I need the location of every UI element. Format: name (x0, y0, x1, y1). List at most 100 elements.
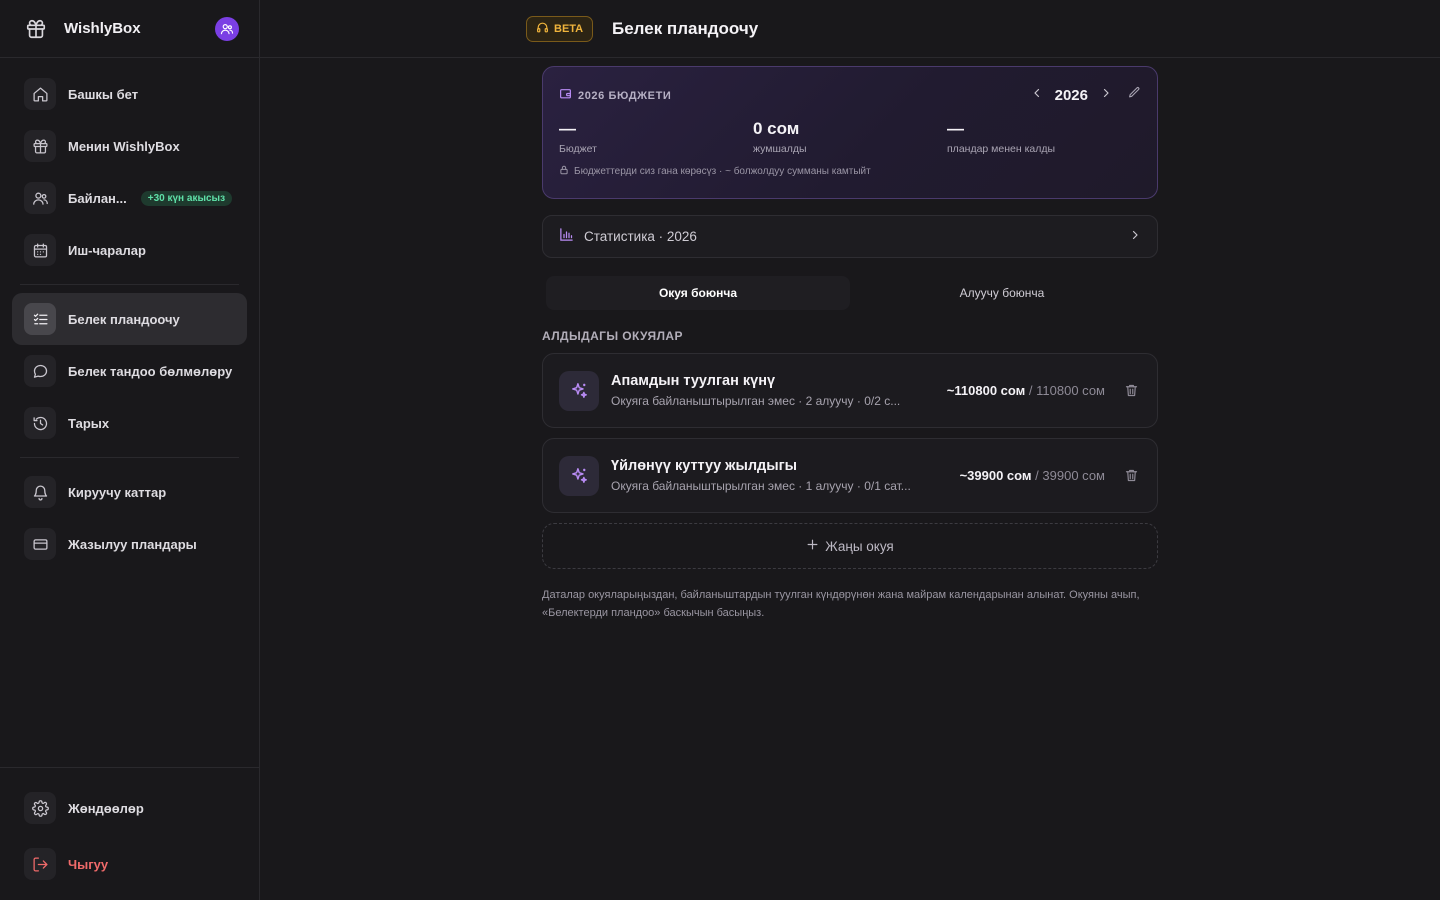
sidebar-item-label: Чыгуу (68, 856, 109, 872)
event-total: 110800 сом (1036, 383, 1105, 398)
chevron-left-icon[interactable] (1031, 86, 1043, 104)
sidebar-header: WishlyBox (0, 0, 259, 58)
sidebar-item-label: Тарых (68, 415, 110, 431)
sidebar-item-label: Менин WishlyBox (68, 138, 180, 154)
bar-chart-icon (559, 227, 574, 247)
sidebar-item-label: Жазылуу пландары (68, 536, 197, 552)
sidebar-item-label: Белек пландоочу (68, 311, 180, 327)
sidebar-item-label: Кируучу каттар (68, 484, 167, 500)
sidebar-nav: Башкы бет Менин WishlyBox Байлан... +30 … (0, 58, 259, 570)
gift-icon (24, 130, 56, 162)
sidebar-item-settings[interactable]: Жөндөөлөр (12, 780, 247, 836)
stat-value: 0 сом (753, 119, 800, 138)
view-toggle: Окуя боюнча Алуучу боюнча (542, 276, 1158, 310)
new-event-label: Жаңы окуя (825, 538, 894, 554)
tab-by-recipient[interactable]: Алуучу боюнча (850, 276, 1154, 310)
gear-icon (24, 792, 56, 824)
stat-caption: Бюджет (559, 143, 597, 155)
checklist-icon (24, 303, 56, 335)
sidebar-item-contacts[interactable]: Байлан... +30 күн акысыз (12, 172, 247, 224)
sidebar-item-gift-rooms[interactable]: Белек тандоо бөлмөлөру (12, 345, 247, 397)
sidebar-item-label: Белек тандоо бөлмөлөру (68, 363, 233, 379)
sidebar: WishlyBox Башкы бет Менин WishlyBox Байл… (0, 0, 260, 900)
year-navigator: 2026 (1031, 86, 1141, 104)
statistics-link[interactable]: Статистика · 2026 (542, 215, 1158, 258)
nav-divider (20, 284, 239, 285)
budget-stat-spent: 0 сом жумшалды (753, 119, 947, 155)
stat-value: — (947, 119, 964, 138)
logout-icon (24, 848, 56, 880)
footnote: Даталар окуяларыңыздан, байланыштардын т… (542, 589, 1140, 619)
budget-card: 2026 БЮДЖЕТИ 2026 — Бюджет 0 сом жумшалд… (542, 66, 1158, 199)
chevron-right-icon (1129, 228, 1141, 246)
sidebar-item-events[interactable]: Иш-чаралар (12, 224, 247, 276)
stat-caption: пландар менен калды (947, 143, 1056, 155)
upcoming-events-title: АЛДЫДАГЫ ОКУЯЛАР (542, 329, 683, 343)
nav-divider (20, 457, 239, 458)
event-title: Апамдын туулган күнү (611, 373, 776, 389)
event-card[interactable]: Апамдын туулган күнү Окуяга байланыштыры… (542, 353, 1158, 428)
sidebar-item-label: Байлан... (68, 190, 127, 206)
trial-badge: +30 күн акысыз (140, 190, 233, 206)
new-event-button[interactable]: Жаңы окуя (542, 523, 1158, 569)
event-total: 39900 сом (1042, 468, 1105, 483)
event-subtitle: Окуяга байланыштырылган эмес · 2 алуучу … (611, 394, 901, 408)
event-body: Үйлөнүү куттуу жылдыгы Окуяга байланышты… (611, 458, 929, 493)
app-name: WishlyBox (64, 20, 141, 37)
budget-title: 2026 БЮДЖЕТИ (578, 90, 672, 102)
budget-year: 2026 (1054, 86, 1088, 104)
sidebar-item-history[interactable]: Тарых (12, 397, 247, 449)
event-subtitle: Окуяга байланыштырылган эмес · 1 алуучу … (611, 479, 911, 493)
sidebar-item-gift-planner[interactable]: Белек пландоочу (12, 293, 247, 345)
budget-privacy-note: Бюджеттерди сиз гана көрөсүз · ~ болжолд… (559, 165, 1141, 178)
event-card[interactable]: Үйлөнүү куттуу жылдыгы Окуяга байланышты… (542, 438, 1158, 513)
chat-icon (24, 355, 56, 387)
budget-stat-budget: — Бюджет (559, 119, 753, 155)
home-icon (24, 78, 56, 110)
budget-stat-remaining: — пландар менен калды (947, 119, 1141, 155)
gift-logo-icon (24, 17, 48, 41)
sparkles-icon (559, 370, 599, 411)
stat-value: — (559, 119, 576, 138)
sidebar-item-label: Башкы бет (68, 86, 139, 102)
trash-icon[interactable] (1121, 383, 1141, 398)
history-icon (24, 407, 56, 439)
chevron-right-icon[interactable] (1100, 86, 1112, 104)
sidebar-item-label: Жөндөөлөр (68, 800, 144, 816)
event-amount: ~39900 сом / 39900 сом (959, 468, 1105, 483)
headset-icon (536, 21, 549, 37)
trash-icon[interactable] (1121, 468, 1141, 483)
beta-badge: BETA (526, 16, 594, 42)
plus-icon (806, 538, 819, 554)
sidebar-item-label: Иш-чаралар (68, 242, 146, 258)
sidebar-item-home[interactable]: Башкы бет (12, 68, 247, 120)
beta-label: BETA (554, 23, 584, 35)
users-icon (24, 182, 56, 214)
sparkles-icon (559, 455, 599, 496)
event-spent: ~110800 сом (946, 383, 1026, 398)
user-avatar[interactable] (215, 16, 239, 41)
wallet-icon (559, 87, 572, 105)
sidebar-item-inbox[interactable]: Кируучу каттар (12, 466, 247, 518)
budget-stats: — Бюджет 0 сом жумшалды — пландар менен … (559, 119, 1141, 155)
main-content: 2026 БЮДЖЕТИ 2026 — Бюджет 0 сом жумшалд… (542, 66, 1158, 622)
sidebar-item-my-wishlybox[interactable]: Менин WishlyBox (12, 120, 247, 172)
sidebar-item-logout[interactable]: Чыгуу (12, 836, 247, 892)
bell-icon (24, 476, 56, 508)
lock-icon (559, 165, 569, 178)
credit-card-icon (24, 528, 56, 560)
edit-pencil-icon[interactable] (1128, 86, 1141, 104)
event-spent: ~39900 сом (959, 468, 1032, 483)
calendar-icon (24, 234, 56, 266)
event-body: Апамдын туулган күнү Окуяга байланыштыры… (611, 373, 929, 408)
event-title: Үйлөнүү куттуу жылдыгы (611, 458, 798, 474)
app-root: WishlyBox Башкы бет Менин WishlyBox Байл… (0, 0, 1440, 900)
statistics-label: Статистика · 2026 (584, 229, 697, 244)
stat-caption: жумшалды (753, 143, 807, 155)
event-amount: ~110800 сом / 110800 сом (946, 383, 1105, 398)
sidebar-footer: Жөндөөлөр Чыгуу (0, 767, 259, 900)
tab-by-event[interactable]: Окуя боюнча (546, 276, 850, 310)
sidebar-item-subscriptions[interactable]: Жазылуу пландары (12, 518, 247, 570)
page-title: Белек пландоочу (612, 19, 759, 38)
top-bar: BETA Белек пландоочу (260, 0, 1440, 58)
